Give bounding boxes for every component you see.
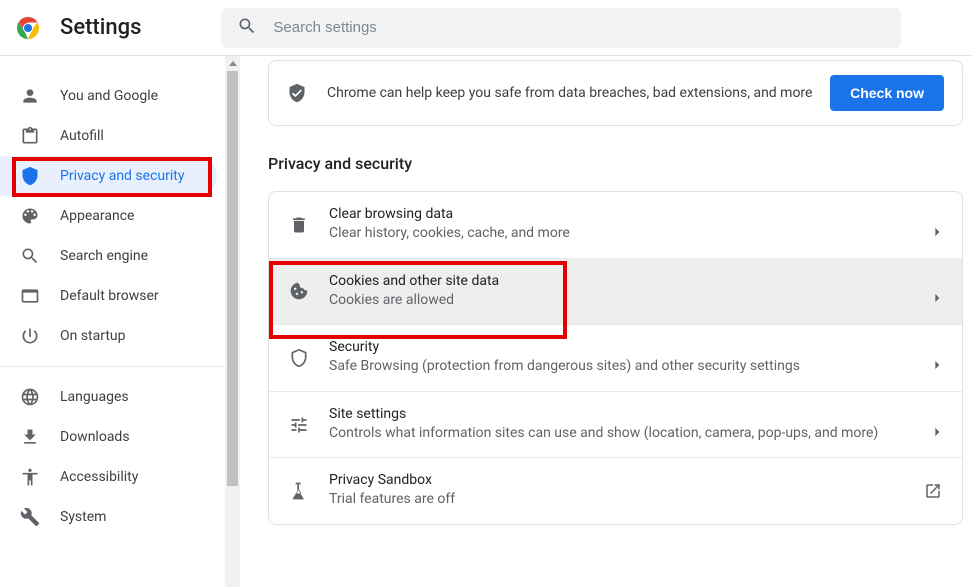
sidebar-item-system[interactable]: System: [0, 497, 217, 537]
row-title: Security: [329, 339, 918, 355]
browser-icon: [20, 286, 40, 306]
sidebar-item-label: Languages: [60, 389, 129, 405]
sidebar-item-label: You and Google: [60, 88, 158, 104]
sidebar-item-autofill[interactable]: Autofill: [0, 116, 217, 156]
shield-check-icon: [287, 83, 307, 103]
sidebar-item-label: Autofill: [60, 128, 104, 144]
power-icon: [20, 326, 40, 346]
globe-icon: [20, 387, 40, 407]
sidebar-item-privacy-security[interactable]: Privacy and security: [0, 156, 217, 196]
shield-icon: [20, 166, 40, 186]
scrollbar-up-arrow[interactable]: [225, 56, 240, 71]
search-icon: [237, 16, 273, 40]
row-title: Clear browsing data: [329, 206, 918, 222]
sidebar-item-label: Default browser: [60, 288, 159, 304]
chrome-logo-icon: [16, 16, 40, 40]
sidebar-item-label: System: [60, 509, 106, 525]
row-subtitle: Clear history, cookies, cache, and more: [329, 224, 918, 244]
sidebar-item-label: Appearance: [60, 208, 134, 224]
sidebar-item-label: Accessibility: [60, 469, 138, 485]
search-container[interactable]: [221, 8, 901, 48]
chevron-right-icon: [934, 421, 942, 429]
row-title: Privacy Sandbox: [329, 472, 908, 488]
clipboard-icon: [20, 126, 40, 146]
header: Settings: [0, 0, 971, 56]
sidebar: You and Google Autofill Privacy and secu…: [0, 56, 225, 587]
chevron-right-icon: [934, 354, 942, 362]
row-privacy-sandbox[interactable]: Privacy Sandbox Trial features are off: [269, 458, 962, 524]
sidebar-item-accessibility[interactable]: Accessibility: [0, 457, 217, 497]
person-icon: [20, 86, 40, 106]
scrollbar-thumb[interactable]: [227, 71, 238, 486]
flask-icon: [289, 481, 309, 501]
search-input[interactable]: [273, 19, 885, 36]
accessibility-icon: [20, 467, 40, 487]
row-title: Site settings: [329, 406, 918, 422]
sidebar-item-downloads[interactable]: Downloads: [0, 417, 217, 457]
check-now-button[interactable]: Check now: [830, 75, 944, 111]
cookie-icon: [289, 281, 309, 301]
main-content: Chrome can help keep you safe from data …: [240, 56, 971, 587]
search-icon: [20, 246, 40, 266]
chevron-right-icon: [934, 221, 942, 229]
trash-icon: [289, 215, 309, 235]
sidebar-item-on-startup[interactable]: On startup: [0, 316, 217, 356]
safety-banner: Chrome can help keep you safe from data …: [268, 60, 963, 126]
sidebar-item-label: Privacy and security: [60, 168, 184, 184]
sidebar-item-appearance[interactable]: Appearance: [0, 196, 217, 236]
row-subtitle: Cookies are allowed: [329, 291, 918, 311]
download-icon: [20, 427, 40, 447]
row-site-settings[interactable]: Site settings Controls what information …: [269, 392, 962, 459]
palette-icon: [20, 206, 40, 226]
chevron-right-icon: [934, 287, 942, 295]
section-heading: Privacy and security: [268, 154, 963, 173]
sidebar-item-label: On startup: [60, 328, 126, 344]
row-cookies[interactable]: Cookies and other site data Cookies are …: [269, 259, 962, 326]
sidebar-item-languages[interactable]: Languages: [0, 377, 217, 417]
page-title: Settings: [60, 15, 141, 40]
row-title: Cookies and other site data: [329, 273, 918, 289]
row-security[interactable]: Security Safe Browsing (protection from …: [269, 325, 962, 392]
banner-text: Chrome can help keep you safe from data …: [327, 83, 814, 104]
wrench-icon: [20, 507, 40, 527]
sidebar-item-default-browser[interactable]: Default browser: [0, 276, 217, 316]
row-clear-browsing-data[interactable]: Clear browsing data Clear history, cooki…: [269, 192, 962, 259]
sidebar-item-label: Search engine: [60, 248, 148, 264]
row-subtitle: Safe Browsing (protection from dangerous…: [329, 357, 918, 377]
tune-icon: [289, 415, 309, 435]
shield-outline-icon: [289, 348, 309, 368]
sidebar-item-search-engine[interactable]: Search engine: [0, 236, 217, 276]
settings-card: Clear browsing data Clear history, cooki…: [268, 191, 963, 525]
sidebar-item-label: Downloads: [60, 429, 130, 445]
row-subtitle: Controls what information sites can use …: [329, 424, 918, 444]
external-link-icon: [924, 482, 942, 500]
sidebar-scrollbar[interactable]: [225, 56, 240, 587]
row-subtitle: Trial features are off: [329, 490, 908, 510]
sidebar-item-you-and-google[interactable]: You and Google: [0, 76, 217, 116]
